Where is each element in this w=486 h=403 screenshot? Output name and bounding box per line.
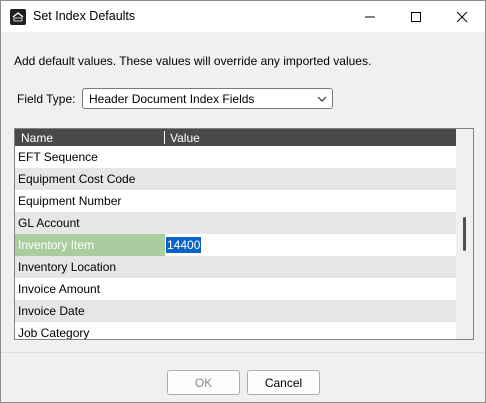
table-row[interactable]: EFT Sequence [15,146,456,168]
index-fields-grid[interactable]: Name Value EFT Sequence Equipment Cost C… [14,128,474,340]
column-header-value[interactable]: Value [170,131,200,145]
grid-rows: EFT Sequence Equipment Cost Code Equipme… [15,146,456,339]
field-type-select[interactable]: Header Document Index Fields [82,88,333,109]
vertical-scrollbar[interactable] [456,129,473,339]
column-header-name[interactable]: Name [21,131,53,145]
table-row[interactable]: GL Account [15,212,456,234]
table-row[interactable]: Inventory Location [15,256,456,278]
row-name-cell[interactable]: Invoice Date [18,304,85,318]
selected-value-text[interactable]: 14400 [166,237,202,253]
row-name-cell[interactable]: Job Category [18,326,89,339]
table-row-selected[interactable]: Inventory Item 14400 [15,234,456,256]
dialog-content: Add default values. These values will ov… [1,32,485,352]
row-name-cell[interactable]: Inventory Item [18,238,94,252]
field-type-selected-value: Header Document Index Fields [89,92,255,106]
field-type-label: Field Type: [17,92,76,106]
table-row[interactable]: Invoice Date [15,300,456,322]
row-name-cell[interactable]: Inventory Location [18,260,116,274]
minimize-icon [365,16,375,17]
cancel-button[interactable]: Cancel [247,370,320,395]
row-name-cell[interactable]: Equipment Cost Code [18,172,135,186]
table-row[interactable]: Invoice Amount [15,278,456,300]
maximize-icon [411,11,421,22]
dialog-footer: OK Cancel [1,352,485,402]
close-button[interactable] [439,1,485,32]
row-name-cell[interactable]: EFT Sequence [18,150,98,164]
maximize-button[interactable] [393,1,439,32]
row-name-cell[interactable]: Invoice Amount [18,282,100,296]
row-value-editor[interactable]: 14400 [166,237,202,253]
app-logo-icon [10,9,26,25]
window-title: Set Index Defaults [33,9,136,23]
row-name-cell[interactable]: Equipment Number [18,194,121,208]
grid-header: Name Value [15,129,456,146]
chevron-down-icon [317,96,327,102]
table-row[interactable]: Job Category [15,322,456,339]
close-icon [456,11,468,22]
scrollbar-thumb[interactable] [463,217,466,251]
set-index-defaults-dialog: Set Index Defaults Add default values. T… [0,0,486,403]
column-divider[interactable] [164,131,165,144]
title-bar[interactable]: Set Index Defaults [1,1,485,32]
description-text: Add default values. These values will ov… [14,54,372,68]
table-row[interactable]: Equipment Cost Code [15,168,456,190]
minimize-button[interactable] [347,1,393,32]
row-name-cell[interactable]: GL Account [18,216,80,230]
ok-button[interactable]: OK [167,370,240,395]
table-row[interactable]: Equipment Number [15,190,456,212]
value-edit-box[interactable] [166,234,456,256]
